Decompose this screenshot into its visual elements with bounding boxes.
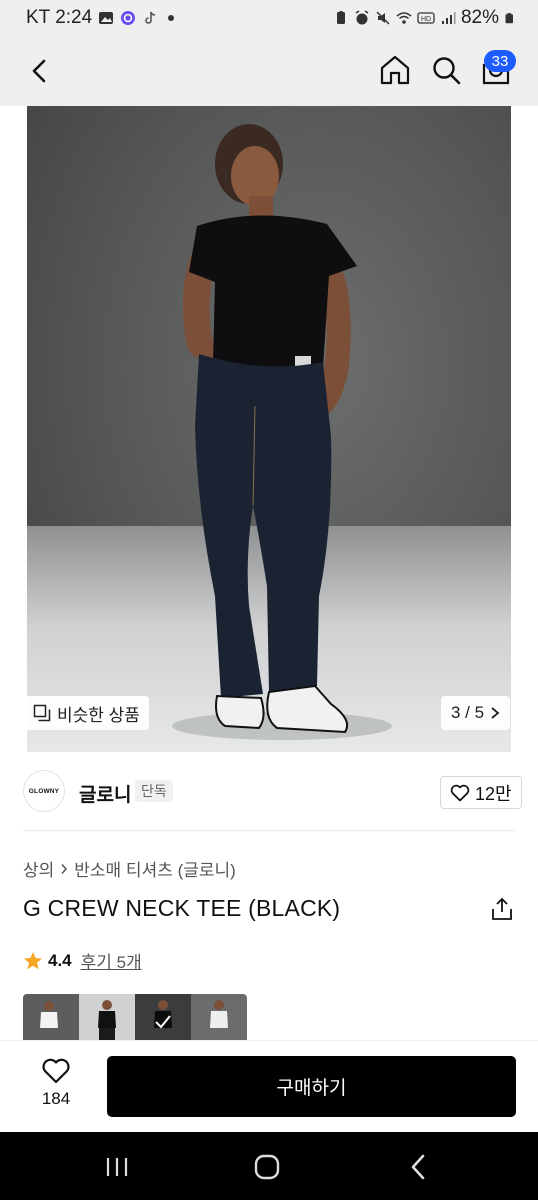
brand-row: GLOWNY 글로니 단독 12만 [0, 752, 538, 832]
status-bar: KT 2:24 HD 82% [0, 0, 538, 36]
hd-voice-icon: HD [417, 12, 435, 24]
buy-button[interactable]: 구매하기 [107, 1056, 516, 1117]
wishlist-count: 184 [41, 1089, 71, 1108]
rating-row: 4.4 후기 5개 [23, 948, 142, 973]
breadcrumb-category[interactable]: 상의 [23, 856, 54, 881]
breadcrumb: 상의 반소매 티셔츠 (글로니) [23, 856, 236, 881]
gallery-notification-icon [99, 12, 114, 24]
tiktok-notification-icon [145, 11, 156, 24]
star-icon [24, 951, 42, 969]
rating-value: 4.4 [48, 950, 72, 970]
color-thumbnails [23, 994, 247, 1040]
nav-back-icon[interactable] [408, 1154, 430, 1180]
home-icon[interactable] [379, 54, 411, 86]
product-image[interactable] [27, 106, 511, 752]
breadcrumb-chevron-icon [61, 863, 68, 874]
cart-count-badge: 33 [484, 50, 516, 72]
brand-like-button[interactable]: 12만 [440, 776, 522, 809]
wishlist-button[interactable]: 184 [26, 1057, 86, 1117]
wifi-icon [396, 12, 412, 24]
carrier-time: KT 2:24 [26, 7, 93, 28]
model-figure [172, 124, 392, 740]
battery-icon [505, 13, 513, 24]
exclusive-badge: 단독 [135, 780, 173, 802]
system-nav-bar [0, 1132, 538, 1200]
alarm-icon [355, 10, 369, 25]
brand-like-count: 12만 [475, 783, 512, 804]
similar-items-icon [33, 704, 51, 722]
brand-logo[interactable]: GLOWNY [23, 770, 65, 812]
battery-saver-icon [336, 11, 345, 24]
more-notifications-dot [168, 15, 175, 21]
reviews-link[interactable]: 후기 5개 [81, 948, 142, 973]
similar-products-label: 비슷한 상품 [57, 705, 140, 725]
divider [23, 830, 515, 831]
svg-text:HD: HD [421, 16, 431, 23]
thumbnail-white-2[interactable] [191, 994, 247, 1040]
similar-products-button[interactable]: 비슷한 상품 [24, 696, 149, 730]
battery-percent: 82% [460, 7, 499, 28]
search-icon[interactable] [430, 54, 462, 86]
heart-icon [450, 784, 470, 801]
back-icon[interactable] [26, 56, 54, 86]
thumbnail-black-selected[interactable] [135, 994, 191, 1040]
image-pager-text: 3 / 5 [451, 703, 485, 722]
chevron-right-icon [491, 707, 500, 719]
thumbnail-black-1[interactable] [79, 994, 135, 1040]
nav-home-icon[interactable] [254, 1154, 280, 1180]
mute-icon [376, 11, 390, 25]
share-icon[interactable] [489, 896, 515, 922]
recent-apps-icon[interactable] [104, 1156, 130, 1178]
image-pager[interactable]: 3 / 5 [441, 696, 511, 730]
app-notification-icon [121, 11, 136, 25]
thumbnail-white[interactable] [23, 994, 79, 1040]
brand-name[interactable]: 글로니 [79, 780, 131, 807]
signal-icon [441, 12, 456, 24]
heart-outline-icon [42, 1058, 70, 1084]
app-header: 33 [0, 36, 538, 106]
purchase-bar: 184 구매하기 [0, 1040, 538, 1132]
breadcrumb-subcategory[interactable]: 반소매 티셔츠 (글로니) [74, 856, 236, 881]
product-title: G CREW NECK TEE (BLACK) [23, 895, 341, 921]
